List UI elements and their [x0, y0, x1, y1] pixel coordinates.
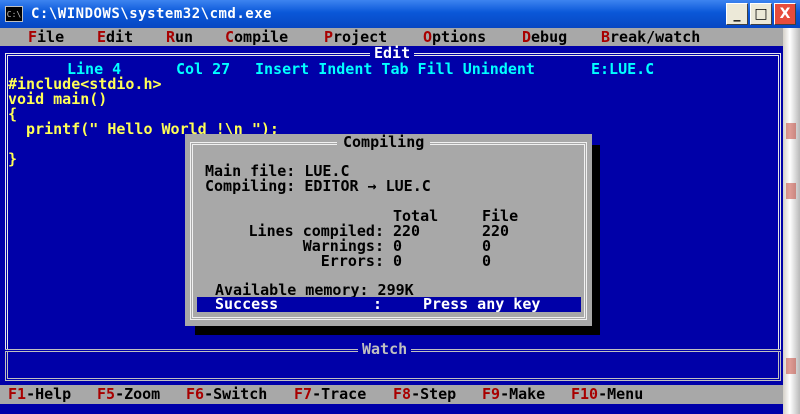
f7-trace-key[interactable]: F7-Trace [294, 385, 366, 404]
f8-step-key[interactable]: F8-Step [393, 385, 456, 404]
fkey-label: -Trace [312, 385, 367, 403]
window-titlebar[interactable]: C:\ C:\WINDOWS\system32\cmd.exe _ □ X [0, 0, 800, 28]
fkey-label: -Zoom [115, 385, 161, 403]
editor-file-name: E:LUE.C [591, 60, 655, 78]
menu-hotkey: R [166, 28, 176, 46]
fkey-code: F7 [294, 385, 313, 403]
fkey-label: -Menu [598, 385, 644, 403]
menu-run[interactable]: Run [166, 28, 193, 46]
errors-label: Errors: [320, 252, 384, 270]
menu-break-watch[interactable]: Break/watch [601, 28, 700, 46]
background-mark [786, 358, 796, 374]
menu-file[interactable]: File [28, 28, 64, 46]
f10-menu-key[interactable]: F10-Menu [571, 385, 643, 404]
press-any-key-prompt: Press any key [423, 295, 541, 313]
fkey-code: F6 [186, 385, 205, 403]
background-mark [786, 123, 796, 139]
fkey-code: F8 [393, 385, 412, 403]
edit-window-title: Edit [370, 46, 415, 61]
menu-hotkey: B [601, 28, 611, 46]
menu-hotkey: F [28, 28, 38, 46]
f6-switch-key[interactable]: F6-Switch [186, 385, 267, 404]
background-mark [786, 183, 796, 199]
menu-debug[interactable]: Debug [522, 28, 567, 46]
f5-zoom-key[interactable]: F5-Zoom [97, 385, 160, 404]
menu-label: reak/watch [610, 28, 701, 46]
close-button[interactable]: X [774, 3, 796, 25]
success-bar[interactable]: Success : Press any key [197, 297, 581, 312]
fkey-label: -Help [26, 385, 72, 403]
dialog-title: Compiling [337, 134, 431, 150]
errors-total: 0 [393, 252, 403, 270]
menu-edit[interactable]: Edit [97, 28, 133, 46]
menu-label: un [175, 28, 194, 46]
function-key-bar: F1-Help F5-Zoom F6-Switch F7-Trace F8-St… [0, 385, 783, 404]
window-controls: _ □ X [726, 3, 796, 25]
fkey-code: F9 [482, 385, 501, 403]
f1-help-key[interactable]: F1-Help [8, 385, 71, 404]
minimize-button[interactable]: _ [726, 3, 748, 25]
compiling-dialog[interactable]: Compiling Main file: LUE.C Compiling: ED… [185, 134, 592, 326]
menu-label: dit [106, 28, 134, 46]
menu-hotkey: E [97, 28, 107, 46]
fkey-label: -Switch [204, 385, 268, 403]
fkey-label: -Step [411, 385, 457, 403]
compiling-line: Compiling: EDITOR → LUE.C [205, 177, 431, 195]
menu-label: ompile [234, 28, 289, 46]
editor-mode-flags: Insert Indent Tab Fill Unindent [255, 60, 535, 78]
maximize-button[interactable]: □ [750, 3, 772, 25]
menu-options[interactable]: Options [423, 28, 486, 46]
menu-compile[interactable]: Compile [225, 28, 288, 46]
cmd-app-icon: C:\ [5, 6, 23, 22]
menu-hotkey: P [324, 28, 334, 46]
watch-window[interactable] [5, 352, 781, 381]
f9-make-key[interactable]: F9-Make [482, 385, 545, 404]
fkey-code: F5 [97, 385, 116, 403]
result-separator: : [373, 295, 383, 313]
window-title: C:\WINDOWS\system32\cmd.exe [31, 6, 273, 22]
menu-label: ebug [531, 28, 568, 46]
result-status: Success [215, 295, 279, 313]
menu-hotkey: C [225, 28, 235, 46]
menu-hotkey: D [522, 28, 532, 46]
fkey-label: -Make [500, 385, 546, 403]
menu-label: ile [37, 28, 65, 46]
background-strip [783, 28, 800, 414]
console-bottom [0, 404, 783, 414]
errors-file: 0 [482, 252, 492, 270]
menu-hotkey: O [423, 28, 433, 46]
cursor-column: Col 27 [176, 60, 231, 78]
code-line: void main() [8, 90, 108, 108]
fkey-code: F1 [8, 385, 27, 403]
menu-label: ptions [432, 28, 487, 46]
fkey-code: F10 [571, 385, 599, 403]
